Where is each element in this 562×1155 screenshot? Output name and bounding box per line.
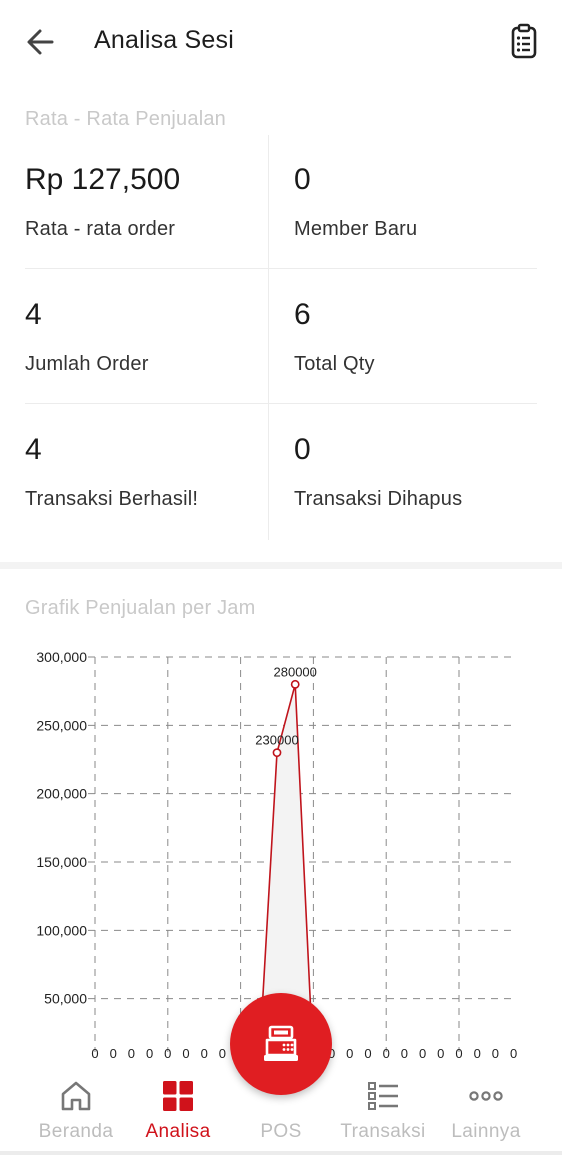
stat-new-members: 0 Member Baru xyxy=(269,135,539,270)
pos-fab-button[interactable] xyxy=(230,993,332,1095)
stat-value: Rp 127,500 xyxy=(25,163,181,196)
y-tick-label: 250,000 xyxy=(36,717,87,733)
x-tick-label: 0 xyxy=(510,1046,517,1060)
x-tick-label: 0 xyxy=(182,1046,189,1060)
x-tick-label: 0 xyxy=(474,1046,481,1060)
nav-item-transaksi[interactable]: Transaksi xyxy=(327,1063,439,1155)
x-tick-label: 0 xyxy=(492,1046,499,1060)
x-tick-label: 0 xyxy=(91,1046,98,1060)
back-button[interactable] xyxy=(22,24,62,60)
x-tick-label: 0 xyxy=(455,1046,462,1060)
cash-register-icon xyxy=(264,1025,298,1061)
nav-label: Beranda xyxy=(38,1121,114,1142)
report-button[interactable] xyxy=(506,22,542,62)
grid-icon xyxy=(163,1081,193,1111)
data-label: 280000 xyxy=(274,664,317,679)
nav-item-lainnya[interactable]: Lainnya xyxy=(430,1063,542,1155)
chart-section-label: Grafik Penjualan per Jam xyxy=(25,597,256,619)
x-tick-label: 0 xyxy=(201,1046,208,1060)
x-tick-label: 0 xyxy=(164,1046,171,1060)
nav-label: POS xyxy=(260,1121,302,1142)
stat-label: Jumlah Order xyxy=(25,353,149,375)
clipboard-list-icon xyxy=(511,23,537,59)
stat-label: Transaksi Berhasil! xyxy=(25,488,199,510)
data-label: 230000 xyxy=(255,733,298,748)
x-tick-label: 0 xyxy=(146,1046,153,1060)
x-tick-label: 0 xyxy=(364,1046,371,1060)
stat-value: 4 xyxy=(25,298,42,331)
x-tick-label: 0 xyxy=(219,1046,226,1060)
stat-deleted-transactions: 0 Transaksi Dihapus xyxy=(269,405,539,540)
list-icon xyxy=(368,1082,398,1110)
y-tick-label: 150,000 xyxy=(36,854,87,870)
nav-label: Lainnya xyxy=(451,1121,521,1142)
stat-label: Transaksi Dihapus xyxy=(294,488,463,510)
page-title: Analisa Sesi xyxy=(94,26,234,54)
stat-value: 0 xyxy=(294,433,311,466)
nav-item-beranda[interactable]: Beranda xyxy=(20,1063,132,1155)
home-icon xyxy=(61,1081,91,1111)
nav-label: Transaksi xyxy=(340,1121,426,1142)
stat-label: Total Qty xyxy=(294,353,375,375)
stat-label: Member Baru xyxy=(294,218,418,240)
y-tick-label: 50,000 xyxy=(44,991,87,1007)
stat-successful-transactions: 4 Transaksi Berhasil! xyxy=(0,405,270,540)
stats-section-label: Rata - Rata Penjualan xyxy=(25,108,226,130)
stat-value: 4 xyxy=(25,433,42,466)
app-bar: Analisa Sesi xyxy=(0,0,562,84)
x-tick-label: 0 xyxy=(110,1046,117,1060)
x-tick-label: 0 xyxy=(128,1046,135,1060)
stat-total-qty: 6 Total Qty xyxy=(269,270,539,405)
y-tick-label: 200,000 xyxy=(36,786,87,802)
x-tick-label: 0 xyxy=(383,1046,390,1060)
stat-value: 0 xyxy=(294,163,311,196)
nav-item-analisa[interactable]: Analisa xyxy=(122,1063,234,1155)
stat-value: 6 xyxy=(294,298,311,331)
stat-order-count: 4 Jumlah Order xyxy=(0,270,270,405)
stat-average-order: Rp 127,500 Rata - rata order xyxy=(0,135,270,270)
more-dots-icon xyxy=(469,1091,503,1101)
nav-label: Analisa xyxy=(145,1121,211,1142)
chart-data-point xyxy=(272,748,282,758)
y-tick-label: 100,000 xyxy=(36,922,87,938)
arrow-left-icon xyxy=(27,29,54,55)
x-tick-label: 0 xyxy=(346,1046,353,1060)
x-tick-label: 0 xyxy=(401,1046,408,1060)
stat-label: Rata - rata order xyxy=(25,218,176,240)
x-tick-label: 0 xyxy=(437,1046,444,1060)
chart-data-point xyxy=(290,679,300,689)
section-separator xyxy=(0,562,562,569)
bottom-edge xyxy=(0,1151,562,1155)
y-tick-label: 300,000 xyxy=(36,649,87,665)
x-tick-label: 0 xyxy=(419,1046,426,1060)
